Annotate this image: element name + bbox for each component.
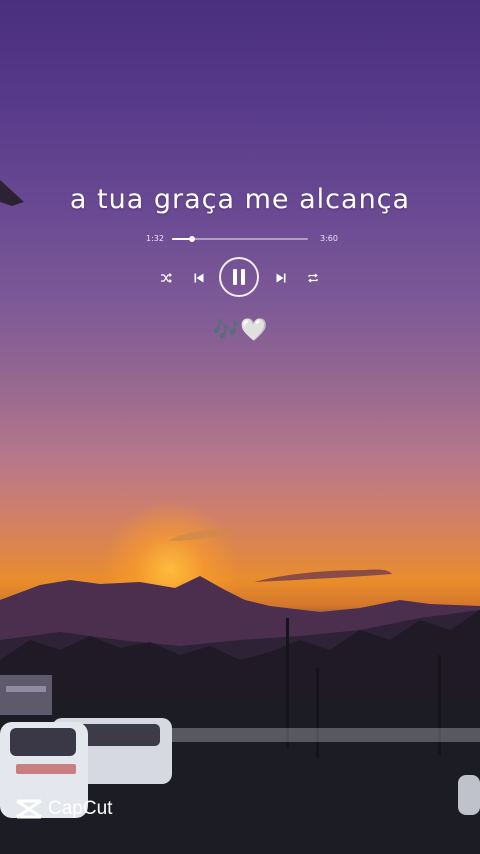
elapsed-time: 1:32 (146, 234, 164, 243)
previous-button[interactable] (191, 270, 207, 286)
capcut-label: CapCut (48, 798, 113, 819)
background-landscape (0, 180, 480, 854)
next-button[interactable] (273, 270, 289, 286)
shuffle-button[interactable] (158, 270, 174, 286)
emoji-decoration: 🎶🤍 (212, 318, 268, 343)
pause-button[interactable] (219, 257, 259, 297)
repeat-button[interactable] (305, 270, 321, 286)
shuffle-icon (161, 273, 172, 283)
repeat-icon (308, 273, 318, 283)
skip-next-icon (276, 273, 286, 283)
lyric-title: a tua graça me alcança (69, 184, 411, 215)
pause-icon (233, 269, 245, 285)
skip-previous-icon (194, 273, 204, 283)
total-time: 3:60 (320, 234, 338, 243)
capcut-watermark: CapCut (14, 797, 112, 821)
capcut-logo-icon (16, 799, 42, 819)
progress-bar[interactable] (172, 236, 308, 242)
